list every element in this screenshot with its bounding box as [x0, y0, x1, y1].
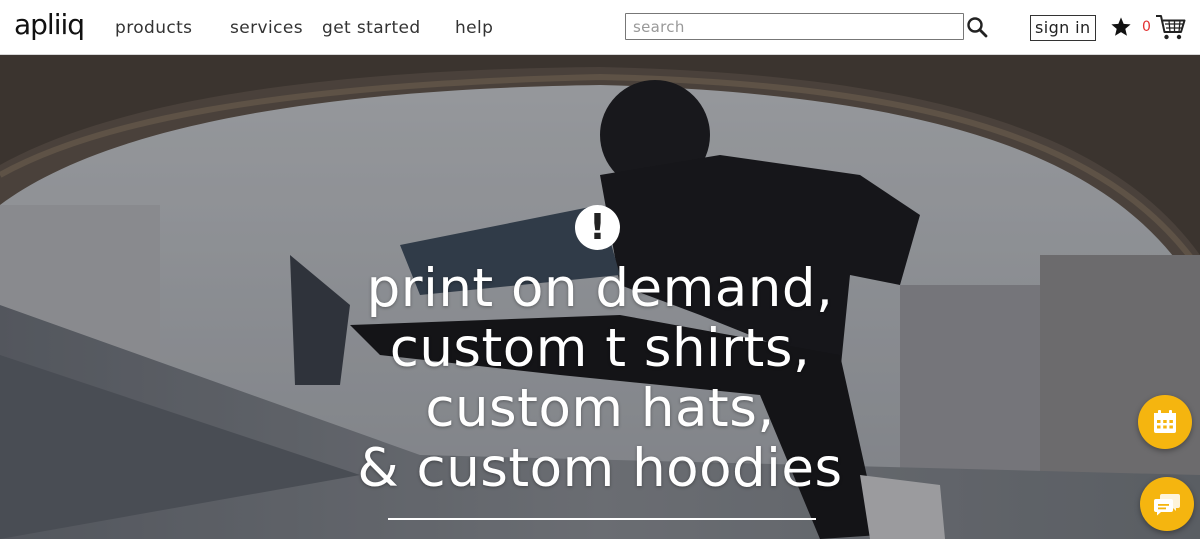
hero-banner: ! print on demand, custom t shirts, cust… [0, 55, 1200, 539]
nav-services[interactable]: services [230, 18, 303, 38]
headline-line-2: custom t shirts, [389, 318, 811, 379]
headline-line-4: & custom hoodies [357, 438, 843, 499]
hero-headline: print on demand, custom t shirts, custom… [200, 259, 1000, 499]
headline-line-1: print on demand, [366, 258, 834, 319]
calendar-button[interactable] [1138, 395, 1192, 449]
sign-in-button[interactable]: sign in [1030, 15, 1096, 41]
headline-line-3: custom hats, [425, 378, 775, 439]
search-input[interactable] [625, 13, 964, 40]
search-box [625, 13, 964, 40]
nav-get-started[interactable]: get started [322, 18, 421, 38]
exclamation-icon: ! [575, 205, 620, 250]
nav-products[interactable]: products [115, 18, 192, 38]
calendar-icon [1154, 410, 1176, 433]
site-header: apliiq products services get started hel… [0, 0, 1200, 55]
cart-icon[interactable] [1155, 13, 1187, 41]
star-icon[interactable] [1110, 16, 1132, 38]
svg-text:apliiq: apliiq [14, 8, 84, 41]
cart-count[interactable]: 0 [1142, 19, 1151, 35]
nav-help[interactable]: help [455, 18, 493, 38]
apliiq-logo[interactable]: apliiq [14, 4, 86, 50]
chat-button[interactable] [1140, 477, 1194, 531]
headline-divider [388, 518, 816, 520]
chat-icon [1154, 494, 1180, 516]
search-icon[interactable] [966, 16, 988, 38]
